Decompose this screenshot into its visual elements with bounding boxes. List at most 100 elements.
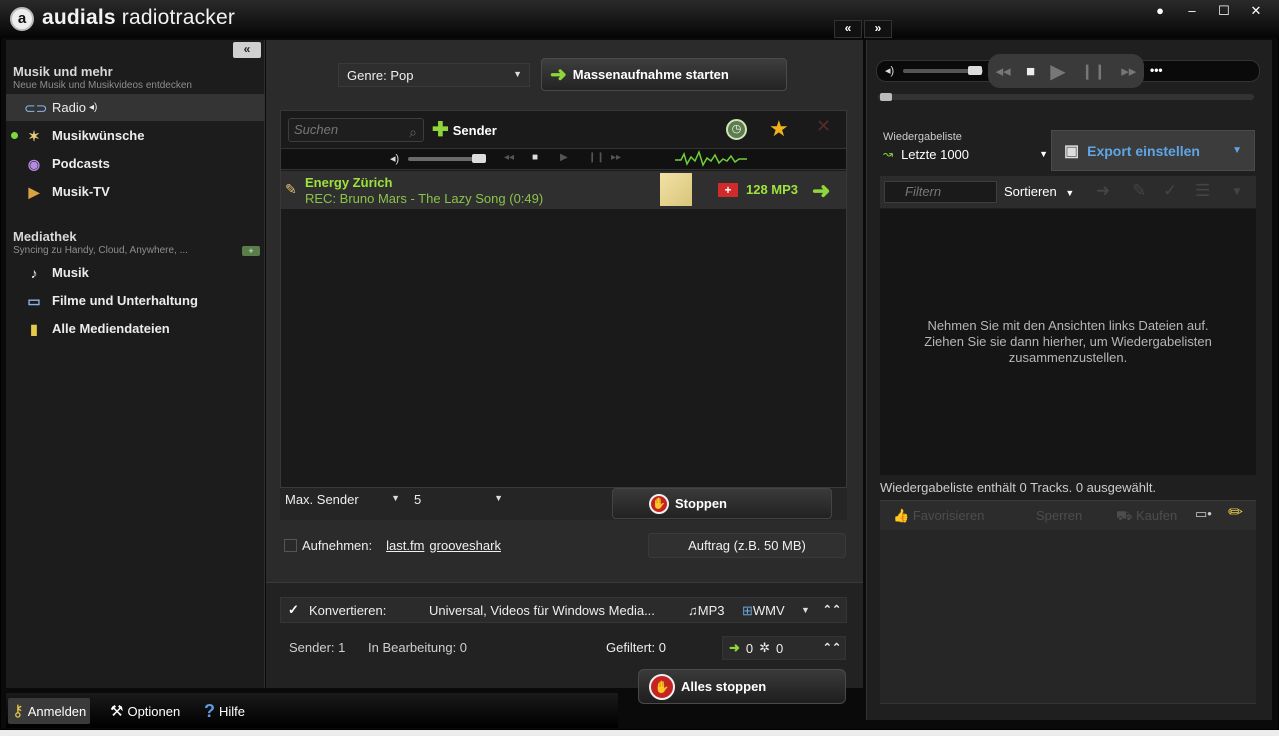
player-controls: ◂◂ ■ ▶ ❙❙ ▸▸: [988, 54, 1144, 88]
stop-button[interactable]: ✋ Stoppen: [612, 488, 832, 519]
minimize-button[interactable]: –: [1179, 2, 1205, 20]
arrow-right-icon[interactable]: ➜: [812, 178, 830, 204]
chevron-down-icon[interactable]: ▼: [801, 605, 810, 615]
mass-record-button[interactable]: ➜ Massenaufnahme starten: [541, 58, 787, 91]
sidebar-item-filme[interactable]: ▭ Filme und Unterhaltung: [6, 287, 265, 314]
pause-icon[interactable]: ❙❙: [588, 152, 605, 163]
playlist-value: Letzte 1000: [901, 146, 970, 162]
volume-slider-knob[interactable]: [472, 154, 486, 163]
app-menu-icon[interactable]: ●: [1147, 2, 1173, 20]
play-icon[interactable]: ▶: [1050, 59, 1065, 84]
format-mp3: ♫MP3: [688, 603, 725, 618]
playlist-dropdown[interactable]: ↝ Letzte 1000 ▼: [883, 144, 1048, 164]
remove-icon[interactable]: ✕: [816, 116, 831, 137]
bottom-bar: [6, 693, 618, 728]
options-button[interactable]: ⚒ Optionen: [106, 698, 184, 724]
max-sender-dropdown[interactable]: Max. Sender ▼: [285, 488, 407, 510]
stop-all-button[interactable]: ✋ Alles stoppen: [638, 669, 846, 704]
wrench-icon: ⚒: [110, 703, 124, 720]
plus-icon: ✚: [432, 119, 449, 141]
sidebar-item-musik[interactable]: ♪ Musik: [6, 259, 265, 286]
list-icon[interactable]: ☰: [1195, 181, 1210, 201]
sidebar-item-label: Podcasts: [52, 156, 110, 171]
genre-dropdown[interactable]: Genre: Pop ▼: [338, 63, 530, 87]
auftrag-button[interactable]: Auftrag (z.B. 50 MB): [648, 533, 846, 558]
station-name: Energy Zürich: [305, 175, 393, 190]
stop-label: Stoppen: [675, 496, 727, 511]
count-settings: 0: [776, 640, 784, 656]
convert-profile[interactable]: Universal, Videos für Windows Media...: [429, 603, 655, 618]
check-icon[interactable]: ✓: [288, 602, 299, 618]
progress-knob[interactable]: [880, 93, 892, 101]
arrow-right-icon[interactable]: ➜: [1096, 181, 1110, 201]
edit-icon[interactable]: ✎: [1132, 181, 1146, 201]
search-input[interactable]: Suchen ⌕: [288, 118, 424, 142]
section-title-music: Musik und mehr: [13, 64, 113, 79]
favorite-button[interactable]: 👍 Favorisieren: [893, 508, 984, 524]
sidebar-item-label: Radio: [52, 100, 86, 115]
music-note-icon: ♪: [30, 264, 38, 281]
export-settings-button[interactable]: ▣ Export einstellen ▼: [1051, 130, 1255, 171]
clock-icon[interactable]: ◷: [726, 119, 747, 140]
lastfm-link[interactable]: last.fm: [386, 538, 424, 553]
add-device-icon[interactable]: +: [242, 246, 260, 256]
add-sender-label: Sender: [452, 122, 497, 138]
play-icon[interactable]: ▶: [560, 152, 568, 163]
block-button[interactable]: Sperren: [1036, 508, 1082, 523]
audials-logo-icon: a: [10, 7, 34, 31]
record-row: Aufnehmen: last.fm grooveshark: [284, 536, 501, 554]
section-subtitle-music: Neue Musik und Musikvideos entdecken: [13, 80, 192, 91]
expand-up-icon[interactable]: ⌃⌃: [822, 637, 842, 659]
forward-icon[interactable]: ▸▸: [1121, 62, 1136, 80]
sidebar-item-musik-tv[interactable]: ▶ Musik-TV: [6, 178, 265, 205]
maximize-button[interactable]: ☐: [1211, 2, 1237, 20]
forward-icon[interactable]: ▸▸: [611, 152, 621, 163]
format-wmv: ⊞WMV: [742, 603, 785, 618]
check-icon[interactable]: ✓: [1163, 181, 1177, 201]
sidebar-item-label: Filme und Unterhaltung: [52, 293, 198, 308]
monitor-icon: ▭: [27, 292, 41, 309]
track-details-panel: [880, 530, 1256, 704]
export-label: Export einstellen: [1087, 142, 1200, 159]
device-icon: ▣: [1064, 142, 1080, 160]
filter-input[interactable]: Filtern: [884, 181, 997, 203]
max-sender-value-dropdown[interactable]: 5 ▼: [414, 488, 510, 510]
sidebar-item-musikwuensche[interactable]: ✶ Musikwünsche: [6, 122, 265, 149]
section-title-mediathek: Mediathek: [13, 229, 77, 244]
rewind-icon[interactable]: ◂◂: [996, 62, 1011, 80]
tag-icon[interactable]: ▭•: [1195, 506, 1212, 522]
sidebar-item-alle-mediendateien[interactable]: ▮ Alle Mediendateien: [6, 315, 265, 342]
pencil-icon[interactable]: ✏: [1228, 502, 1243, 523]
rewind-icon[interactable]: ◂◂: [504, 152, 514, 163]
sidebar-item-podcasts[interactable]: ◉ Podcasts: [6, 150, 265, 177]
pause-icon[interactable]: ❙❙: [1081, 62, 1106, 80]
chevron-down-icon: ▼: [494, 493, 503, 503]
sidebar-item-label: Musik: [52, 265, 89, 280]
album-cover: [660, 173, 692, 206]
sidebar-item-label: Musikwünsche: [52, 128, 145, 143]
record-checkbox[interactable]: [284, 538, 297, 552]
chevron-down-icon[interactable]: ▼: [1231, 184, 1243, 198]
sort-dropdown[interactable]: Sortieren ▼: [1004, 184, 1074, 199]
playback-progress[interactable]: [878, 93, 1254, 101]
collapse-left-button[interactable]: «: [834, 20, 862, 38]
app-title: audials radiotracker: [42, 6, 236, 29]
add-sender-button[interactable]: ✚ Sender: [432, 119, 497, 141]
convert-label: Konvertieren:: [309, 603, 387, 618]
collapse-right-button[interactable]: »: [864, 20, 892, 38]
sidebar-collapse-button[interactable]: «: [233, 42, 261, 58]
grooveshark-link[interactable]: grooveshark: [429, 538, 501, 553]
more-icon[interactable]: •••: [1150, 63, 1163, 77]
main-volume-knob[interactable]: [968, 66, 982, 75]
stop-icon[interactable]: ■: [532, 152, 538, 163]
stop-icon[interactable]: ■: [1026, 63, 1035, 80]
help-button[interactable]: ? Hilfe: [200, 698, 249, 724]
sidebar-item-radio[interactable]: ⊂⊃ Radio ◂): [6, 94, 265, 121]
login-button[interactable]: ⚷ Anmelden: [8, 698, 91, 724]
login-label: Anmelden: [27, 703, 87, 719]
buy-button[interactable]: ⛟ Kaufen: [1116, 508, 1177, 526]
window-controls: ● – ☐ ✕: [1147, 2, 1269, 20]
close-button[interactable]: ✕: [1243, 2, 1269, 20]
star-icon[interactable]: ★: [769, 116, 789, 142]
expand-up-icon[interactable]: ⌃⌃: [822, 599, 842, 621]
